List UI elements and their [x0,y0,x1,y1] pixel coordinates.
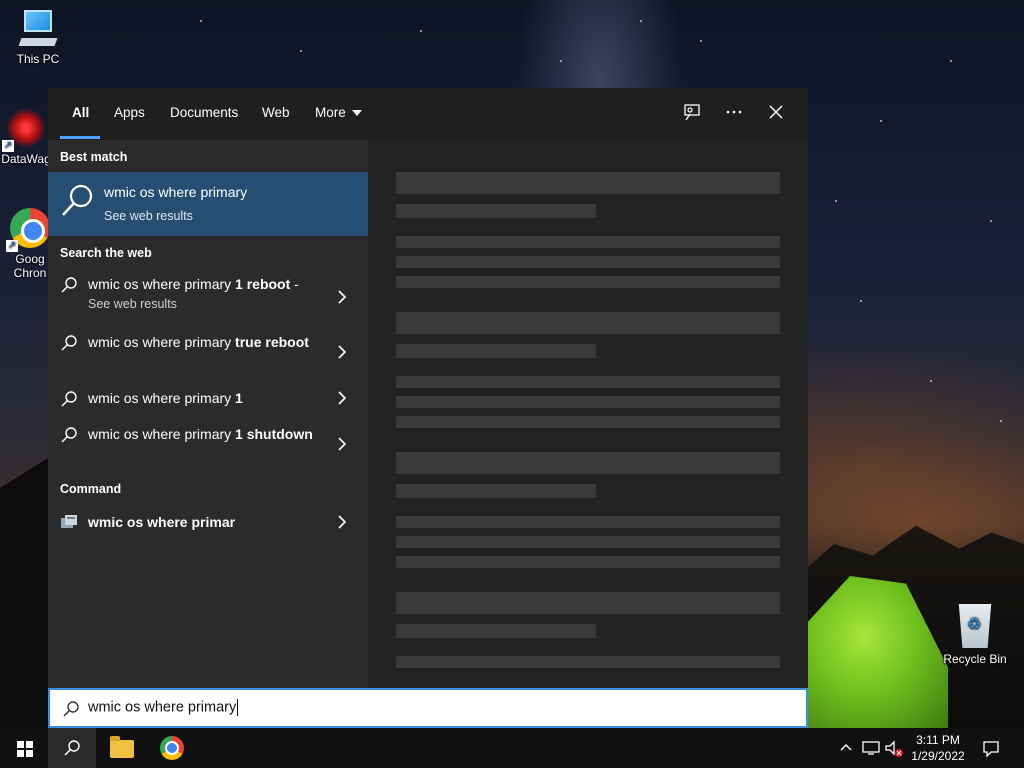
best-match-subtitle: See web results [104,209,193,223]
command-text: wmic os where primar [88,514,236,530]
clock-date: 1/29/2022 [911,749,965,763]
tab-apps[interactable]: Apps [114,105,145,120]
desktop-icon-this-pc[interactable]: This PC [0,8,76,66]
best-match-heading: Best match [60,150,128,164]
suggestion-text: wmic os where primary [88,426,236,442]
close-icon[interactable] [764,102,788,126]
tab-more-label: More [315,105,346,120]
best-match-item[interactable]: wmic os where primary See web results [48,172,368,236]
suggestion-bold: 1 shutdown [235,426,313,442]
search-web-heading: Search the web [60,246,152,260]
loading-placeholder [396,396,780,408]
chevron-right-icon[interactable] [336,434,348,454]
search-icon [61,427,77,443]
web-suggestion-item[interactable]: wmic os where primary 1 [48,388,368,412]
chevron-up-icon [840,744,852,751]
command-app-icon [61,515,77,528]
loading-placeholder [396,256,780,268]
taskbar-file-explorer[interactable] [98,728,146,768]
suggestion-text: wmic os where primary [88,334,236,350]
network-icon [862,741,880,755]
desktop-icon-label: DataWag [1,152,51,166]
loading-placeholder [396,236,780,248]
chevron-right-icon[interactable] [336,512,348,532]
taskbar-chrome[interactable] [148,728,196,768]
loading-placeholder [396,416,780,428]
loading-placeholder [396,376,780,388]
search-icon [61,335,77,351]
search-icon [63,701,79,717]
tab-more[interactable]: More [315,105,362,120]
search-input-value: wmic os where primary [88,699,237,716]
computer-icon [18,8,58,48]
windows-logo-icon [17,741,33,757]
suggestion-bold: 1 reboot [235,276,291,292]
search-icon [64,740,80,756]
command-heading: Command [60,482,122,496]
suggestion-subtitle: See web results [88,297,177,311]
active-tab-indicator [60,136,100,139]
loading-placeholder [396,276,780,288]
suggestion-bold: 1 [235,390,243,406]
taskbar: 3:11 PM 1/29/2022 [0,728,1024,768]
shortcut-arrow-icon: ↗ [2,140,14,152]
feedback-icon[interactable] [680,102,704,126]
search-icon [62,184,93,216]
loading-placeholder [396,656,780,668]
chevron-right-icon[interactable] [336,287,348,307]
web-suggestion-item[interactable]: wmic os where primary true reboot [48,332,368,376]
loading-placeholder [396,516,780,528]
folder-icon [110,736,134,758]
action-center-button[interactable] [978,728,1004,768]
loading-placeholder [396,592,780,614]
command-item[interactable]: wmic os where primar [48,512,368,536]
search-tabs-bar: All Apps Documents Web More [48,88,808,140]
more-options-icon[interactable] [722,102,746,126]
results-pane: Best match wmic os where primary See web… [48,140,368,688]
text-cursor [237,699,239,716]
best-match-title: wmic os where primary [104,184,248,200]
search-input[interactable]: wmic os where primary [48,688,808,728]
suggestion-tail: - [290,276,299,292]
network-status-button[interactable] [860,728,882,768]
desktop-icon-recycle-bin[interactable]: ♻ Recycle Bin [937,604,1013,666]
preview-pane-loading [368,140,808,688]
search-icon [61,277,77,293]
chevron-right-icon[interactable] [336,388,348,408]
recycle-bin-icon: ♻ [958,604,992,648]
loading-placeholder [396,484,596,498]
loading-placeholder [396,452,780,474]
suggestion-text: wmic os where primary [88,390,236,406]
loading-placeholder [396,624,596,638]
desktop-icon-label: This PC [16,52,60,66]
shortcut-arrow-icon: ↗ [6,240,18,252]
loading-placeholder [396,172,780,194]
tab-all[interactable]: All [72,105,89,120]
loading-placeholder [396,344,596,358]
chevron-right-icon[interactable] [336,342,348,362]
search-window: All Apps Documents Web More Best match w… [48,88,808,688]
desktop-icon-label: Recycle Bin [943,652,1007,666]
search-icon [61,391,77,407]
loading-placeholder [396,556,780,568]
loading-placeholder [396,204,596,218]
web-suggestion-item[interactable]: wmic os where primary 1 shutdown [48,424,368,468]
taskbar-search-button[interactable] [48,728,96,768]
desktop-icon-label: Goog Chron [13,252,47,280]
loading-placeholder [396,312,780,334]
web-suggestion-item[interactable]: wmic os where primary 1 reboot - See web… [48,274,368,322]
chrome-icon [160,736,184,760]
tab-documents[interactable]: Documents [170,105,238,120]
chevron-down-icon [351,110,362,117]
loading-placeholder [396,536,780,548]
suggestion-bold: true reboot [235,334,309,350]
suggestion-text: wmic os where primary [88,276,236,292]
tab-web[interactable]: Web [262,105,290,120]
notification-icon [983,741,999,758]
show-hidden-icons-button[interactable] [836,728,856,768]
start-button[interactable] [0,728,48,768]
taskbar-clock[interactable]: 3:11 PM 1/29/2022 [900,732,976,764]
clock-time: 3:11 PM [916,733,960,747]
